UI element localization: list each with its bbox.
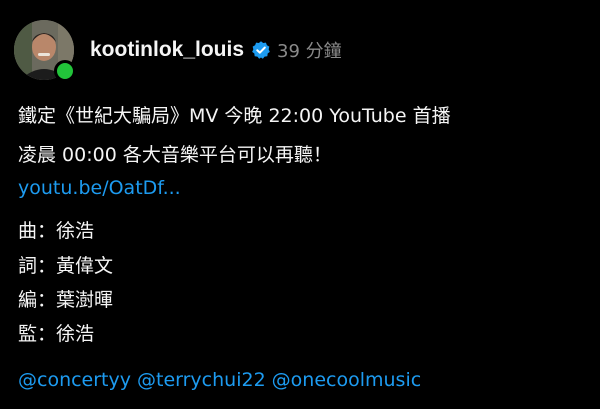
avatar-container[interactable] [14,20,76,82]
video-link[interactable]: youtu.be/OatDf... [18,175,181,201]
mention-terrychui22[interactable]: @terrychui22 [137,369,266,391]
timestamp: 39 分鐘 [277,41,342,62]
post-text-line-1: 鐵定《世紀大騙局》MV 今晚 22:00 YouTube 首播 [18,105,451,127]
mention-concertyy[interactable]: @concertyy [18,369,131,391]
post-text-line-2: 凌晨 00:00 各大音樂平台可以再聽！ [18,144,332,166]
credit-composer: 曲：徐浩 [18,220,95,242]
post: kootinlok_louis 39 分鐘 鐵定《世紀大騙局》MV 今晚 22:… [0,0,600,409]
credit-lyricist: 詞：黃偉文 [18,255,114,277]
online-status-icon [54,60,76,82]
mentions-line: @concertyy @terrychui22 @onecoolmusic [18,367,427,393]
verified-badge-icon [252,41,270,59]
mention-onecoolmusic[interactable]: @onecoolmusic [272,369,422,391]
credit-producer: 監：徐浩 [18,323,95,345]
post-header: kootinlok_louis 39 分鐘 [90,36,342,64]
username[interactable]: kootinlok_louis [90,38,244,62]
credit-arranger: 編：葉澍暉 [18,289,114,311]
